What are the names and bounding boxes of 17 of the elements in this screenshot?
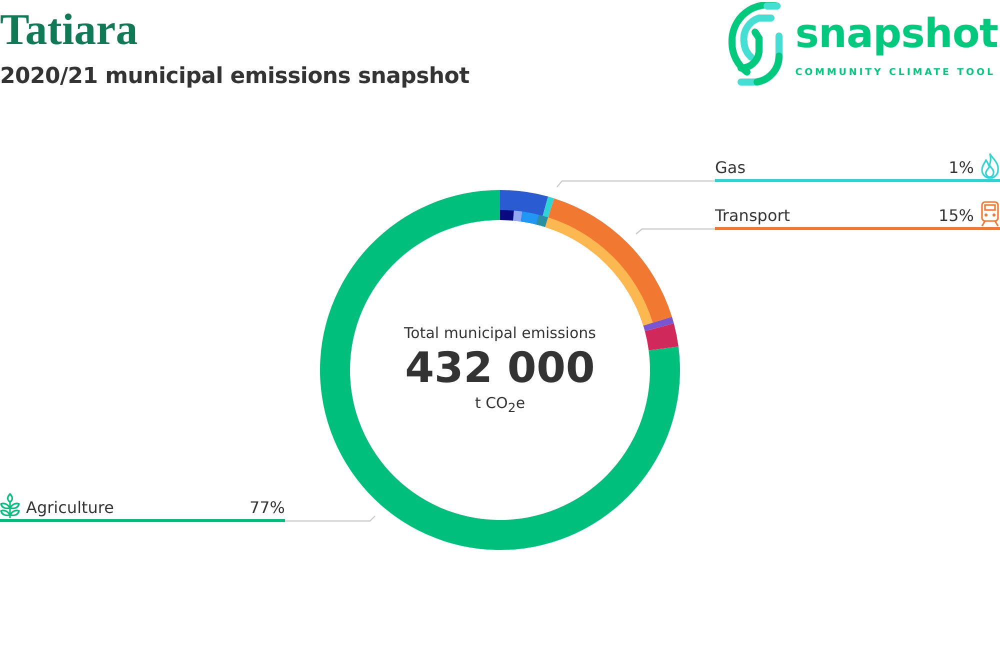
category-label: Transport: [715, 206, 790, 225]
logo-icon: [727, 2, 786, 86]
page-subtitle: 2020/21 municipal emissions snapshot: [0, 64, 470, 89]
category-percent: 15%: [938, 206, 974, 225]
flame-icon: [980, 153, 1000, 179]
category-percent: 1%: [948, 158, 974, 177]
total-caption: Total municipal emissions: [404, 324, 596, 342]
category-label: Agriculture: [26, 498, 114, 517]
page-title: Tatiara: [0, 4, 139, 56]
logo-wordmark: snapshot: [795, 10, 998, 56]
train-icon: [980, 201, 1000, 227]
sprout-icon: [0, 493, 20, 519]
category-label: Gas: [715, 158, 746, 177]
total-value: 432 000: [405, 342, 595, 394]
total-unit: t CO$_{2}$e: [474, 394, 526, 415]
logo-tagline: COMMUNITY CLIMATE TOOL: [795, 66, 996, 78]
category-percent: 77%: [249, 498, 285, 517]
